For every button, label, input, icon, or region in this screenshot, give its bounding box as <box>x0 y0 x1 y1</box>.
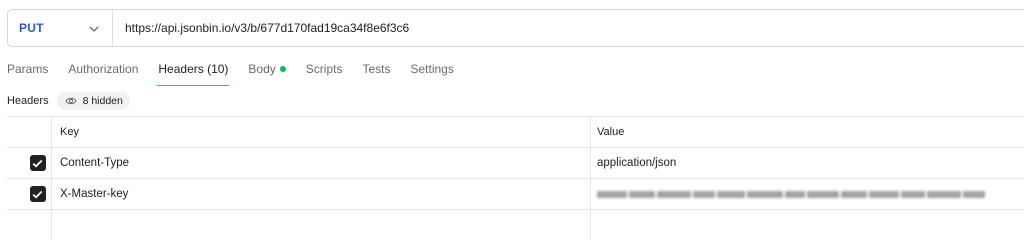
tab-headers[interactable]: Headers (10) <box>157 60 230 86</box>
header-value-cell[interactable]: application/json <box>591 148 1024 178</box>
header-key-cell[interactable]: X-Master-key <box>52 179 591 209</box>
hidden-headers-toggle[interactable]: 8 hidden <box>56 92 130 110</box>
tab-params[interactable]: Params <box>7 60 48 86</box>
method-label: PUT <box>19 21 44 35</box>
header-key-cell[interactable]: Content-Type <box>52 148 591 178</box>
checkmark-icon <box>32 190 43 199</box>
table-header-check-cell <box>7 117 52 147</box>
tab-body[interactable]: Body <box>248 60 286 86</box>
column-header-key: Key <box>52 117 591 147</box>
tab-authorization[interactable]: Authorization <box>68 60 138 86</box>
method-select[interactable]: PUT <box>8 10 113 46</box>
tab-body-label: Body <box>248 62 276 76</box>
eye-icon <box>65 97 77 105</box>
tab-settings[interactable]: Settings <box>410 60 453 86</box>
headers-section-label: Headers <box>7 95 49 107</box>
body-indicator-dot <box>279 66 286 72</box>
header-key-cell-empty[interactable] <box>52 210 591 240</box>
column-header-value: Value <box>597 126 625 138</box>
table-row: X-Master-key <box>7 178 1024 209</box>
hidden-headers-count: 8 hidden <box>82 95 123 107</box>
headers-toolbar: Headers 8 hidden <box>7 92 130 110</box>
table-row-check-cell <box>7 179 52 209</box>
row-checkbox[interactable] <box>29 155 46 171</box>
header-value-cell-empty[interactable] <box>591 210 1024 240</box>
row-checkbox[interactable] <box>29 186 46 202</box>
url-input[interactable]: https://api.jsonbin.io/v3/b/677d170fad19… <box>113 21 1024 35</box>
table-row-check-cell <box>7 210 52 240</box>
table-row-check-cell <box>7 148 52 178</box>
table-row: Content-Type application/json <box>7 147 1024 178</box>
checkmark-icon <box>32 159 43 168</box>
chevron-down-icon <box>89 26 99 32</box>
header-value-cell-redacted[interactable] <box>591 179 1024 209</box>
tab-tests[interactable]: Tests <box>362 60 390 86</box>
headers-table: Key Value Content-Type application/json … <box>7 116 1024 240</box>
request-bar: PUT https://api.jsonbin.io/v3/b/677d170f… <box>7 9 1024 47</box>
table-header-row: Key Value <box>7 116 1024 147</box>
redacted-value <box>597 190 985 198</box>
tab-scripts[interactable]: Scripts <box>306 60 343 86</box>
table-row-empty <box>7 209 1024 240</box>
request-tabs: Params Authorization Headers (10) Body S… <box>7 60 474 86</box>
